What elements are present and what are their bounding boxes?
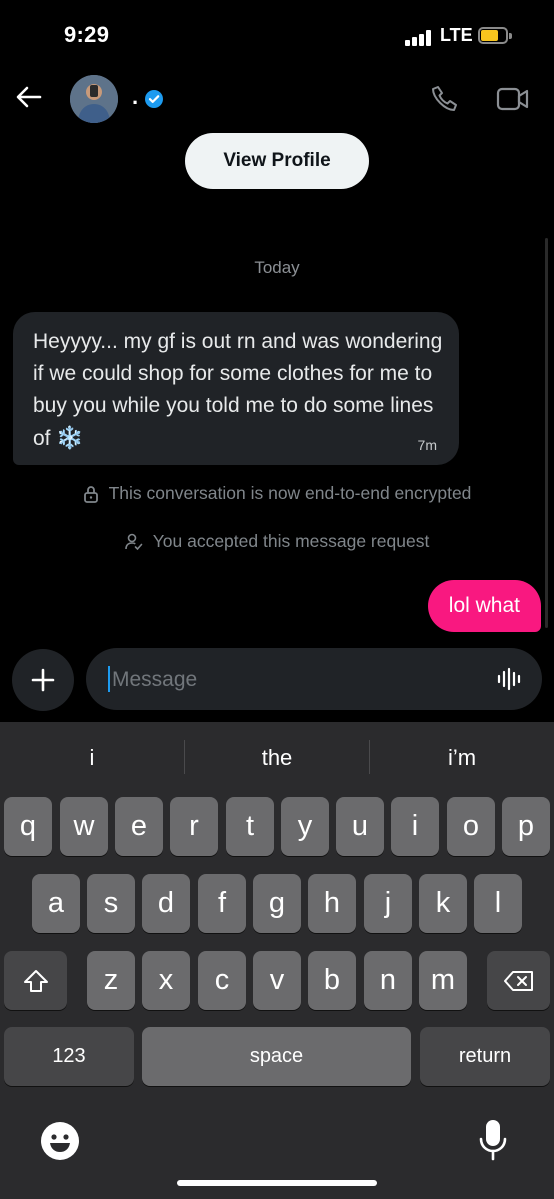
verified-badge-icon bbox=[144, 89, 164, 109]
voice-message-icon[interactable] bbox=[496, 667, 524, 691]
message-input-container[interactable] bbox=[86, 648, 542, 710]
key-e[interactable]: e bbox=[115, 797, 163, 856]
key-w[interactable]: w bbox=[60, 797, 108, 856]
key-i[interactable]: i bbox=[391, 797, 439, 856]
plus-icon bbox=[31, 668, 55, 692]
key-p[interactable]: p bbox=[502, 797, 550, 856]
home-indicator[interactable] bbox=[177, 1180, 377, 1186]
suggestion-3[interactable]: i’m bbox=[370, 722, 554, 794]
key-t[interactable]: t bbox=[226, 797, 274, 856]
lock-icon bbox=[83, 485, 98, 503]
shift-icon bbox=[23, 969, 48, 992]
suggestion-1[interactable]: i bbox=[0, 722, 184, 794]
phone-call-icon[interactable] bbox=[430, 84, 460, 114]
backspace-icon bbox=[503, 970, 533, 991]
space-key[interactable]: space bbox=[142, 1027, 411, 1086]
key-k[interactable]: k bbox=[419, 874, 467, 933]
date-separator: Today bbox=[254, 258, 300, 277]
key-h[interactable]: h bbox=[308, 874, 356, 933]
video-call-icon[interactable] bbox=[496, 86, 530, 112]
key-r[interactable]: r bbox=[170, 797, 218, 856]
key-o[interactable]: o bbox=[447, 797, 495, 856]
key-l[interactable]: l bbox=[474, 874, 522, 933]
key-v[interactable]: v bbox=[253, 951, 301, 1010]
key-g[interactable]: g bbox=[253, 874, 301, 933]
numbers-key[interactable]: 123 bbox=[4, 1027, 134, 1086]
person-check-icon bbox=[124, 533, 142, 550]
key-q[interactable]: q bbox=[4, 797, 52, 856]
snowflake-emoji: ❄️ bbox=[56, 425, 84, 450]
emoji-icon[interactable] bbox=[40, 1121, 80, 1161]
signal-icon bbox=[405, 30, 433, 46]
incoming-message-text: Heyyyy... my gf is out rn and was wonder… bbox=[33, 330, 443, 450]
key-y[interactable]: y bbox=[281, 797, 329, 856]
add-attachment-button[interactable] bbox=[12, 649, 74, 711]
shift-key[interactable] bbox=[4, 951, 67, 1010]
keyboard: i the i’m q w e r t y u i o p a s d f g … bbox=[0, 722, 554, 1199]
status-time: 9:29 bbox=[64, 22, 110, 47]
encryption-notice: This conversation is now end-to-end encr… bbox=[0, 483, 554, 504]
scrollbar[interactable] bbox=[545, 238, 548, 628]
encryption-notice-text: This conversation is now end-to-end encr… bbox=[108, 483, 472, 503]
key-n[interactable]: n bbox=[364, 951, 412, 1010]
key-z[interactable]: z bbox=[87, 951, 135, 1010]
suggestion-2[interactable]: the bbox=[185, 722, 369, 794]
back-arrow-icon[interactable] bbox=[14, 82, 44, 112]
key-d[interactable]: d bbox=[142, 874, 190, 933]
return-key[interactable]: return bbox=[420, 1027, 550, 1086]
key-u[interactable]: u bbox=[336, 797, 384, 856]
network-label: LTE bbox=[440, 25, 473, 45]
dictation-mic-icon[interactable] bbox=[478, 1118, 508, 1162]
backspace-key[interactable] bbox=[487, 951, 550, 1010]
request-notice: You accepted this message request bbox=[0, 531, 554, 552]
message-input[interactable] bbox=[110, 658, 474, 702]
avatar[interactable] bbox=[70, 75, 118, 123]
key-c[interactable]: c bbox=[198, 951, 246, 1010]
key-x[interactable]: x bbox=[142, 951, 190, 1010]
key-j[interactable]: j bbox=[364, 874, 412, 933]
key-s[interactable]: s bbox=[87, 874, 135, 933]
key-a[interactable]: a bbox=[32, 874, 80, 933]
key-m[interactable]: m bbox=[419, 951, 467, 1010]
outgoing-message[interactable]: lol what bbox=[427, 580, 541, 632]
message-timestamp: 7m bbox=[417, 437, 437, 453]
key-f[interactable]: f bbox=[198, 874, 246, 933]
username[interactable]: . bbox=[132, 84, 138, 110]
view-profile-button[interactable]: View Profile bbox=[185, 133, 369, 189]
battery-icon bbox=[478, 27, 512, 44]
request-notice-text: You accepted this message request bbox=[152, 531, 430, 551]
key-b[interactable]: b bbox=[308, 951, 356, 1010]
incoming-message[interactable]: Heyyyy... my gf is out rn and was wonder… bbox=[13, 312, 459, 465]
